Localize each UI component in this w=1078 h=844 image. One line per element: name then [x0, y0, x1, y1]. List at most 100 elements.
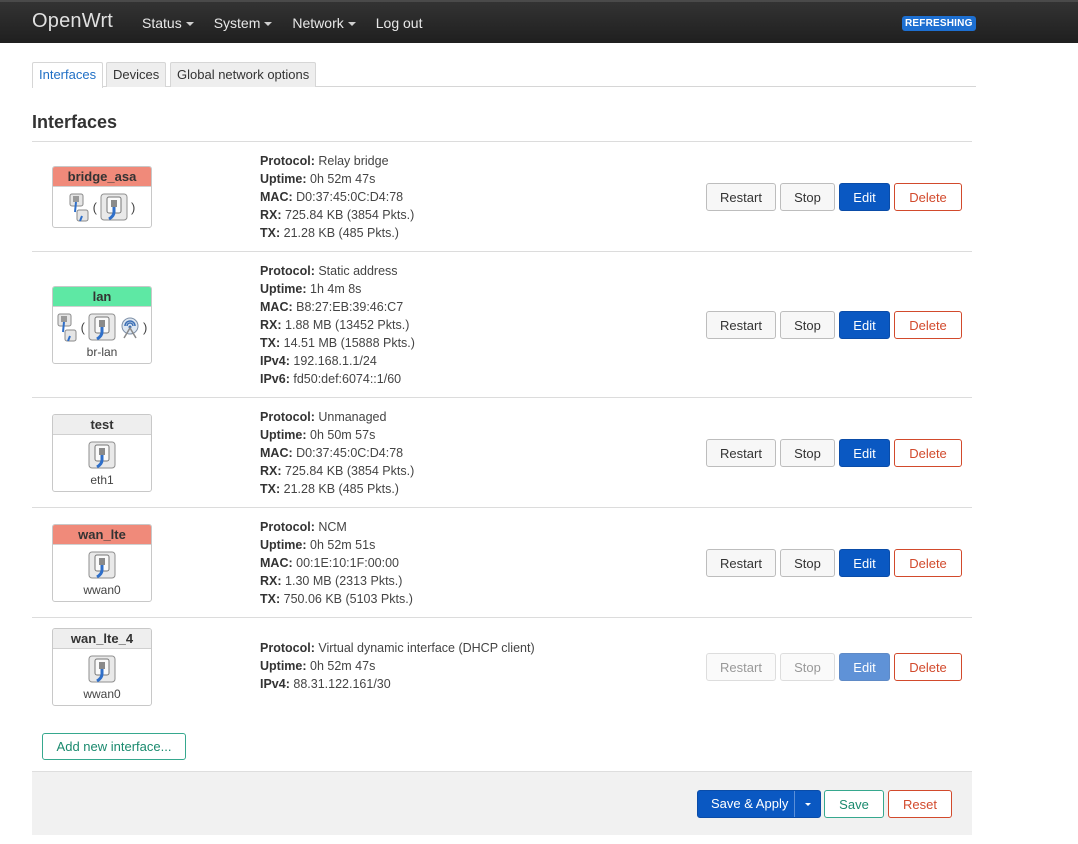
detail-label: Protocol:	[260, 520, 315, 534]
detail-label: TX:	[260, 226, 281, 240]
chevron-down-icon	[347, 22, 356, 26]
device-name: wwan0	[83, 687, 121, 701]
interface-name: test	[53, 415, 151, 435]
detail-label: MAC:	[260, 556, 293, 570]
stop-button[interactable]: Stop	[780, 549, 835, 577]
chevron-down-icon	[185, 22, 194, 26]
paren: )	[131, 199, 136, 215]
paren: )	[143, 319, 148, 335]
edit-button[interactable]: Edit	[839, 311, 890, 339]
detail-label: IPv6:	[260, 372, 290, 386]
interfaces-list: bridge_asa ( ) Protocol: Relay bridge Up…	[32, 141, 972, 717]
save-apply-split-button[interactable]: Save & Apply	[697, 790, 822, 818]
tab-global-network-options[interactable]: Global network options	[170, 62, 317, 87]
ethernet-icon	[57, 312, 79, 342]
ethernet-port-icon	[87, 440, 117, 470]
interface-name: bridge_asa	[53, 167, 151, 187]
delete-button[interactable]: Delete	[894, 549, 962, 577]
detail-value: fd50:def:6074::1/60	[293, 372, 402, 386]
restart-button[interactable]: Restart	[706, 439, 776, 467]
row-actions: Restart Stop Edit Delete	[706, 183, 962, 211]
menu-logout[interactable]: Log out	[376, 15, 423, 31]
refreshing-badge[interactable]: REFRESHING	[902, 16, 976, 31]
edit-button[interactable]: Edit	[839, 183, 890, 211]
detail-value: 1.88 MB (13452 Pkts.)	[285, 318, 410, 332]
top-navbar: OpenWrt Status System Network Log out RE…	[0, 0, 1078, 43]
delete-button[interactable]: Delete	[894, 439, 962, 467]
page-actions-footer: Save & Apply Save Reset	[32, 771, 972, 835]
interface-name: wan_lte	[53, 525, 151, 545]
detail-label: TX:	[260, 592, 281, 606]
row-actions: Restart Stop Edit Delete	[706, 311, 962, 339]
table-row: wan_lte wwan0 Protocol: NCM Uptime: 0h 5…	[32, 507, 972, 617]
detail-value: D0:37:45:0C:D4:78	[296, 190, 404, 204]
detail-value: B8:27:EB:39:46:C7	[296, 300, 404, 314]
paren: (	[80, 319, 85, 335]
stop-button[interactable]: Stop	[780, 439, 835, 467]
detail-label: RX:	[260, 464, 282, 478]
save-apply-dropdown-toggle[interactable]	[795, 791, 820, 817]
save-button[interactable]: Save	[824, 790, 884, 818]
interface-badge-test: test eth1	[52, 414, 152, 492]
detail-value: NCM	[318, 520, 347, 534]
detail-label: Protocol:	[260, 641, 315, 655]
tab-devices[interactable]: Devices	[106, 62, 167, 87]
interface-badge-lan: lan ( ) br-lan	[52, 286, 152, 364]
delete-button[interactable]: Delete	[894, 653, 962, 681]
detail-label: RX:	[260, 208, 282, 222]
restart-button[interactable]: Restart	[706, 653, 776, 681]
detail-label: IPv4:	[260, 354, 290, 368]
detail-value: 14.51 MB (15888 Pkts.)	[283, 336, 415, 350]
interface-details: Protocol: NCM Uptime: 0h 52m 51s MAC: 00…	[260, 518, 413, 608]
detail-label: IPv4:	[260, 677, 290, 691]
delete-button[interactable]: Delete	[894, 311, 962, 339]
add-new-interface-button[interactable]: Add new interface...	[42, 733, 186, 760]
menu-system-label: System	[213, 15, 261, 31]
device-name: wwan0	[83, 583, 121, 597]
stop-button[interactable]: Stop	[780, 653, 835, 681]
stop-button[interactable]: Stop	[780, 183, 835, 211]
row-actions: Restart Stop Edit Delete	[706, 549, 962, 577]
detail-value: Virtual dynamic interface (DHCP client)	[318, 641, 535, 655]
edit-button[interactable]: Edit	[839, 439, 890, 467]
detail-value: 0h 52m 51s	[310, 538, 376, 552]
table-row: test eth1 Protocol: Unmanaged Uptime: 0h…	[32, 397, 972, 507]
device-name: br-lan	[86, 345, 118, 359]
reset-button[interactable]: Reset	[888, 790, 952, 818]
detail-label: RX:	[260, 318, 282, 332]
detail-value: 0h 52m 47s	[310, 659, 376, 673]
menu-status[interactable]: Status	[142, 15, 194, 31]
brand-logo[interactable]: OpenWrt	[32, 10, 113, 33]
ethernet-icon	[69, 192, 91, 222]
chevron-down-icon	[804, 802, 811, 806]
wireless-icon	[119, 312, 141, 342]
delete-button[interactable]: Delete	[894, 183, 962, 211]
detail-label: Uptime:	[260, 172, 307, 186]
detail-label: MAC:	[260, 446, 293, 460]
tab-interfaces[interactable]: Interfaces	[32, 62, 104, 88]
restart-button[interactable]: Restart	[706, 549, 776, 577]
save-apply-button[interactable]: Save & Apply	[698, 791, 796, 817]
menu-status-label: Status	[142, 15, 182, 31]
detail-value: 21.28 KB (485 Pkts.)	[283, 482, 399, 496]
detail-value: Static address	[318, 264, 398, 278]
detail-label: Uptime:	[260, 428, 307, 442]
detail-label: MAC:	[260, 300, 293, 314]
edit-button[interactable]: Edit	[839, 653, 890, 681]
interface-details: Protocol: Static address Uptime: 1h 4m 8…	[260, 262, 415, 388]
detail-value: 192.168.1.1/24	[293, 354, 377, 368]
row-actions: Restart Stop Edit Delete	[706, 653, 962, 681]
ethernet-port-icon	[87, 654, 117, 684]
chevron-down-icon	[264, 22, 273, 26]
interface-details: Protocol: Virtual dynamic interface (DHC…	[260, 639, 535, 693]
menu-network[interactable]: Network	[292, 15, 356, 31]
stop-button[interactable]: Stop	[780, 311, 835, 339]
restart-button[interactable]: Restart	[706, 311, 776, 339]
detail-value: Relay bridge	[318, 154, 389, 168]
restart-button[interactable]: Restart	[706, 183, 776, 211]
detail-label: Protocol:	[260, 410, 315, 424]
menu-system[interactable]: System	[214, 15, 273, 31]
interface-details: Protocol: Unmanaged Uptime: 0h 50m 57s M…	[260, 408, 414, 498]
interface-badge-bridge_asa: bridge_asa ( )	[52, 166, 152, 228]
edit-button[interactable]: Edit	[839, 549, 890, 577]
